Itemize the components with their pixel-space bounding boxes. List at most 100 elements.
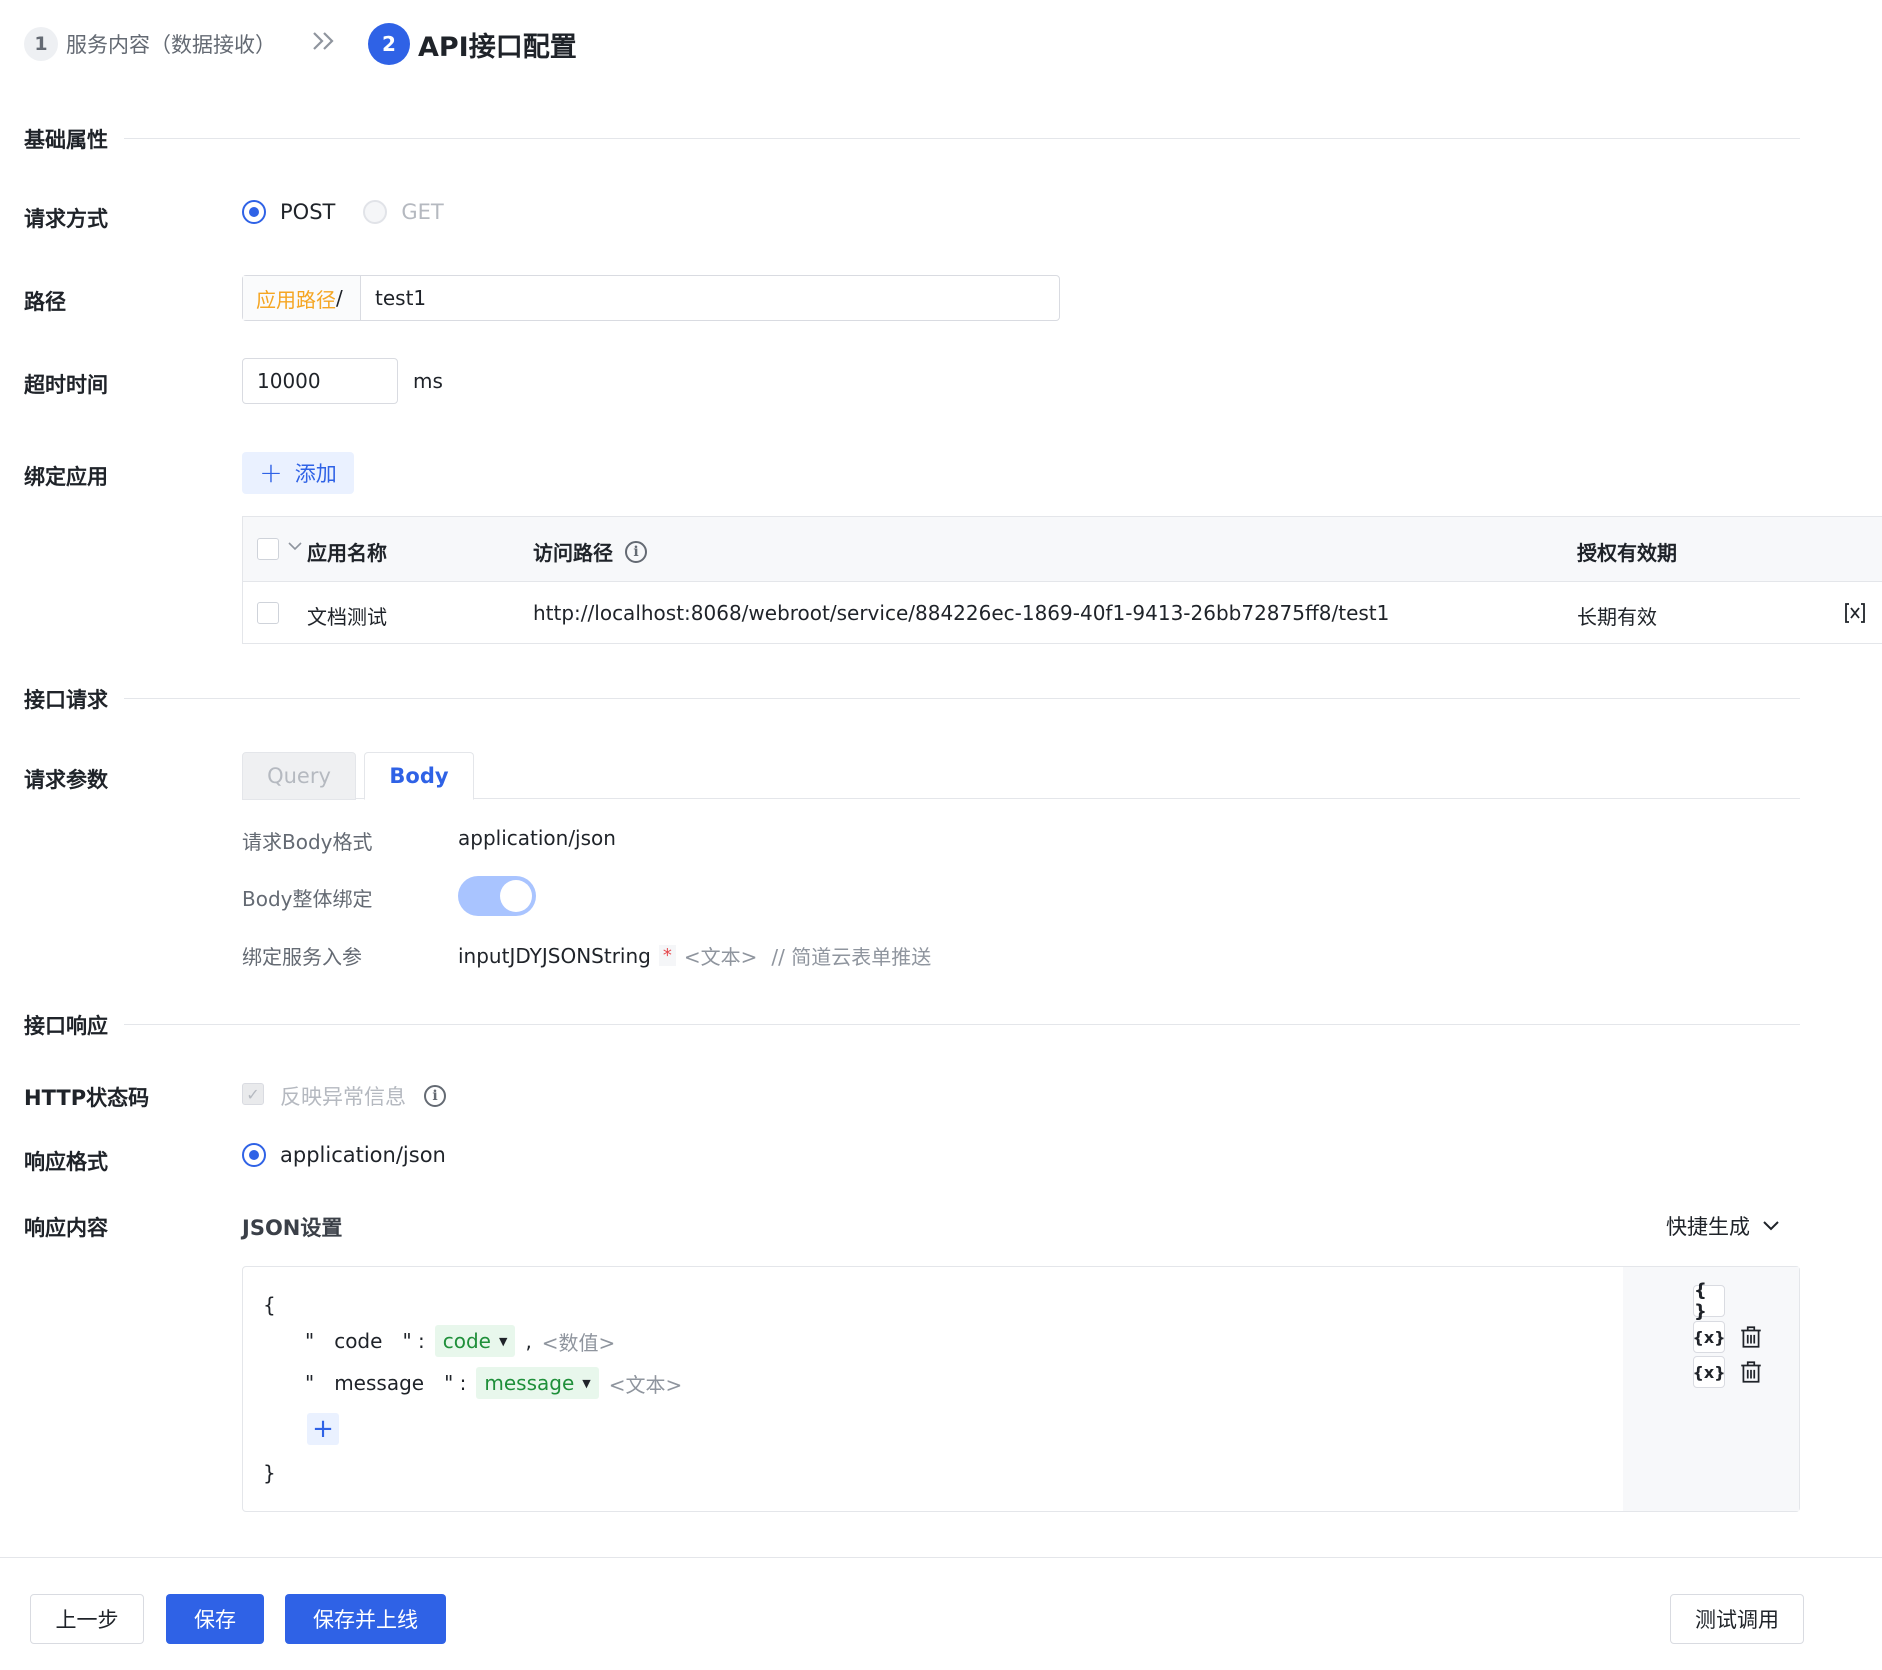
section-divider — [124, 138, 1800, 139]
unbind-icon[interactable] — [1843, 601, 1867, 629]
tab-body[interactable]: Body — [364, 752, 474, 800]
bind-app-table: 应用名称 访问路径 i 授权有效期 文档测试 http://localhost:… — [242, 516, 1882, 644]
request-params-label: 请求参数 — [24, 768, 108, 792]
method-radio-group: POST GET — [242, 200, 444, 224]
service-param-label: 绑定服务入参 — [242, 945, 362, 969]
step-1-label[interactable]: 服务内容（数据接收） — [66, 29, 276, 59]
section-title-basic: 基础属性 — [24, 128, 108, 152]
th-access-path-label: 访问路径 — [533, 541, 613, 565]
th-validity: 授权有效期 — [1577, 541, 1677, 565]
info-icon[interactable]: i — [424, 1085, 446, 1107]
response-content-label: 响应内容 — [24, 1216, 108, 1240]
row-validity: 长期有效 — [1577, 605, 1657, 629]
path-prefix-slash: / — [336, 286, 343, 310]
service-param: inputJDYJSONString * <文本> // 简道云表单推送 — [458, 941, 931, 970]
plus-icon: + — [259, 456, 283, 489]
row-app-name: 文档测试 — [307, 605, 387, 629]
service-param-comment: // 简道云表单推送 — [771, 945, 932, 969]
chevron-down-icon[interactable] — [287, 537, 303, 556]
test-call-button[interactable]: 测试调用 — [1670, 1594, 1804, 1644]
caret-down-icon: ▼ — [582, 1376, 591, 1390]
step-2-number: 2 — [368, 23, 410, 65]
trash-icon[interactable] — [1738, 1324, 1764, 1354]
toggle-knob — [500, 880, 532, 912]
variable-icon[interactable]: {x} — [1692, 1321, 1726, 1353]
json-field-key: code — [334, 1329, 383, 1353]
info-icon[interactable]: i — [625, 540, 647, 563]
timeout-input[interactable]: 10000 — [242, 358, 398, 404]
service-param-type: <文本> — [683, 945, 758, 969]
variable-icon[interactable]: {x} — [1692, 1356, 1726, 1388]
method-option-post[interactable]: POST — [242, 200, 335, 224]
timeout-unit: ms — [413, 369, 443, 393]
save-and-publish-button[interactable]: 保存并上线 — [285, 1594, 446, 1644]
add-field-button[interactable]: + — [307, 1413, 339, 1445]
json-field-value: code — [442, 1329, 491, 1353]
body-bind-label: Body整体绑定 — [242, 887, 373, 911]
section-divider — [124, 1024, 1800, 1025]
json-settings-title: JSON设置 — [242, 1216, 343, 1240]
response-format-label: 响应格式 — [24, 1150, 108, 1174]
section-title-response: 接口响应 — [24, 1014, 108, 1038]
step-1-number: 1 — [24, 27, 58, 61]
response-format-value: application/json — [280, 1143, 446, 1167]
body-bind-toggle[interactable] — [458, 876, 536, 916]
json-field-type: <数值> — [541, 1330, 616, 1355]
trash-icon[interactable] — [1738, 1359, 1764, 1389]
radio-get[interactable] — [363, 200, 388, 224]
json-field-value-select[interactable]: code ▼ — [434, 1325, 516, 1357]
radio-response-json[interactable] — [242, 1143, 266, 1167]
json-field-key: message — [334, 1371, 425, 1395]
json-open-brace: { — [263, 1293, 276, 1317]
required-mark: * — [658, 945, 676, 966]
chevron-down-icon — [1763, 1221, 1779, 1231]
tabs-divider — [242, 798, 1800, 799]
th-app-name: 应用名称 — [307, 541, 387, 565]
method-option-post-label: POST — [280, 200, 336, 224]
json-field-type: <文本> — [608, 1372, 683, 1397]
method-option-get-label: GET — [401, 200, 444, 224]
path-input-group: 应用路径 / test1 — [242, 275, 1060, 321]
reflect-error: 反映异常信息 i — [280, 1081, 446, 1111]
method-option-get[interactable]: GET — [363, 200, 444, 224]
json-field-value-select[interactable]: message ▼ — [476, 1367, 599, 1399]
json-close-brace: } — [263, 1461, 276, 1485]
save-button[interactable]: 保存 — [166, 1594, 264, 1644]
prev-step-button[interactable]: 上一步 — [30, 1594, 144, 1644]
json-field-row: " message " : message ▼ <文本> — [305, 1367, 682, 1399]
bind-app-label: 绑定应用 — [24, 465, 108, 489]
body-format-value: application/json — [458, 826, 616, 850]
method-label: 请求方式 — [24, 207, 108, 231]
select-all-checkbox[interactable] — [257, 538, 279, 560]
path-input[interactable]: test1 — [361, 276, 426, 320]
http-status-label: HTTP状态码 — [24, 1086, 150, 1110]
timeout-label: 超时时间 — [24, 373, 108, 397]
reflect-error-label: 反映异常信息 — [280, 1085, 406, 1109]
row-checkbox[interactable] — [257, 602, 279, 624]
th-access-path: 访问路径 i — [533, 537, 647, 566]
json-field-value: message — [484, 1371, 575, 1395]
radio-post[interactable] — [242, 200, 266, 224]
body-format-label: 请求Body格式 — [242, 830, 373, 854]
double-chevron-right-icon — [310, 29, 338, 60]
json-field-row: " code " : code ▼ , <数值> — [305, 1325, 615, 1357]
path-prefix-text: 应用路径 — [256, 287, 336, 312]
response-format-option[interactable]: application/json — [242, 1143, 446, 1167]
braces-icon[interactable]: { } — [1693, 1280, 1725, 1322]
row-access-path: http://localhost:8068/webroot/service/88… — [533, 601, 1390, 625]
step-2-label[interactable]: API接口配置 — [418, 25, 577, 64]
path-label: 路径 — [24, 290, 66, 314]
service-param-name: inputJDYJSONString — [458, 943, 651, 968]
section-title-request: 接口请求 — [24, 688, 108, 712]
reflect-error-checkbox[interactable]: ✓ — [242, 1083, 264, 1105]
table-header: 应用名称 访问路径 i 授权有效期 — [243, 517, 1882, 582]
section-divider — [124, 698, 1800, 699]
add-app-button-label: 添加 — [294, 462, 337, 486]
add-app-button[interactable]: + 添加 — [242, 452, 354, 494]
footer-divider — [0, 1557, 1882, 1558]
quick-generate-label: 快捷生成 — [1666, 1215, 1750, 1239]
path-prefix: 应用路径 / — [243, 276, 361, 320]
quick-generate-dropdown[interactable]: 快捷生成 — [1666, 1211, 1780, 1241]
tab-query[interactable]: Query — [242, 752, 356, 800]
json-editor: { " code " : code ▼ , <数值> " message " : mess… — [242, 1266, 1800, 1512]
